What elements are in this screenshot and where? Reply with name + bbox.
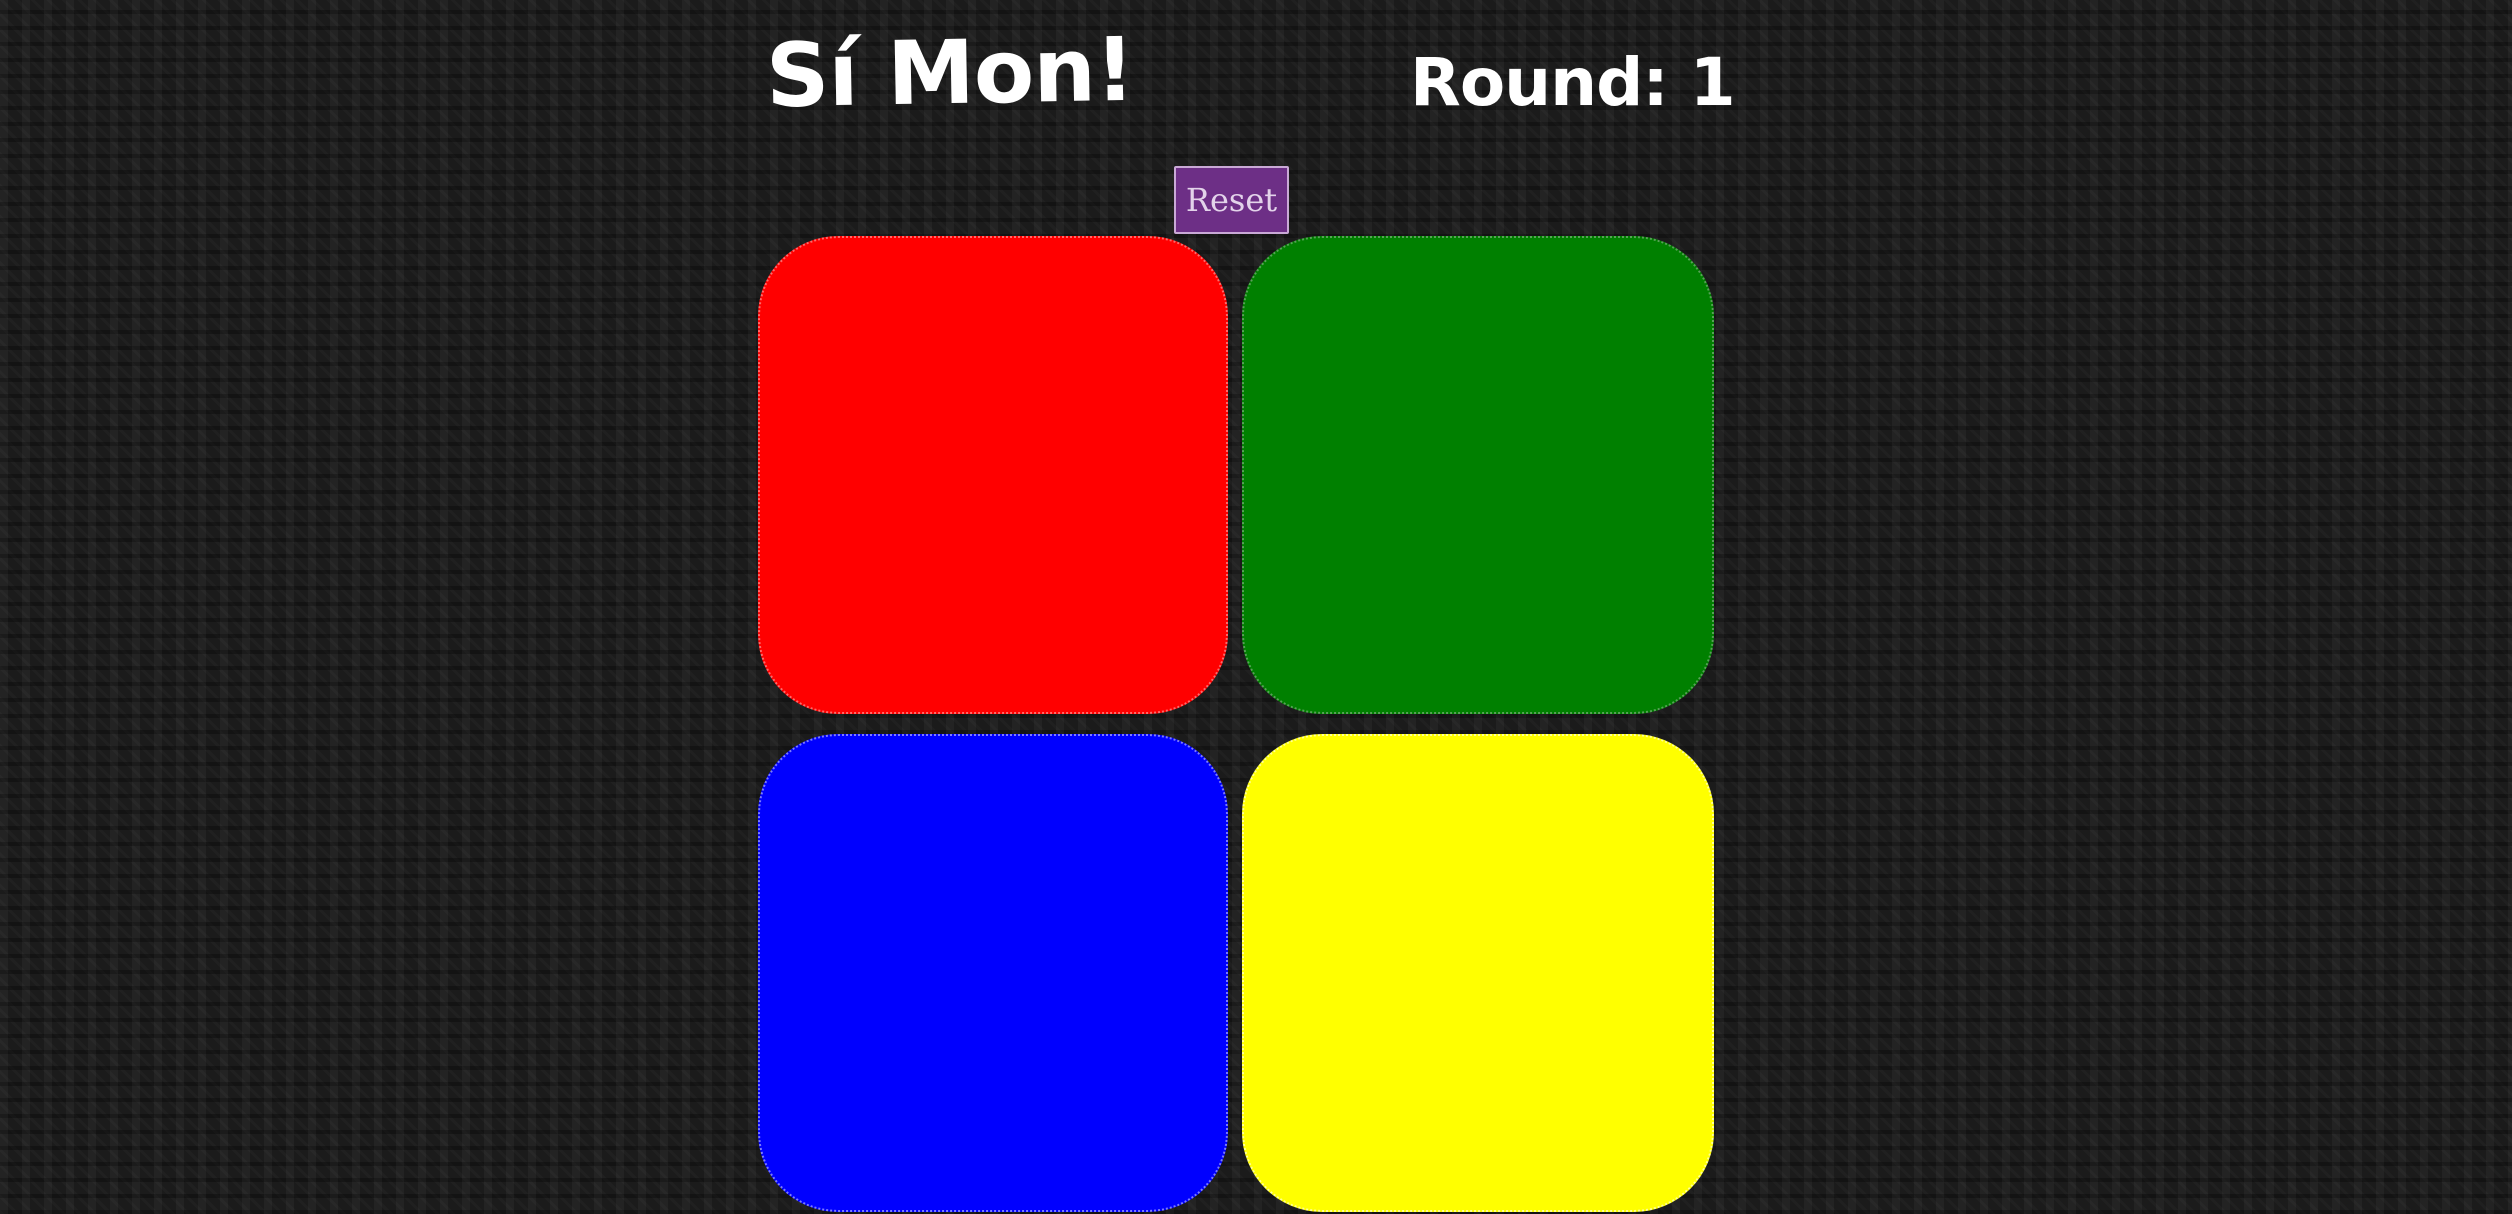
- round-counter: Round: 1: [1410, 44, 1736, 121]
- yellow-pad[interactable]: [1242, 734, 1714, 1212]
- reset-button[interactable]: Reset: [1174, 166, 1289, 234]
- blue-pad[interactable]: [758, 734, 1228, 1212]
- green-pad[interactable]: [1242, 236, 1714, 714]
- game-title: Sí Mon!: [765, 17, 1135, 128]
- red-pad[interactable]: [758, 236, 1228, 714]
